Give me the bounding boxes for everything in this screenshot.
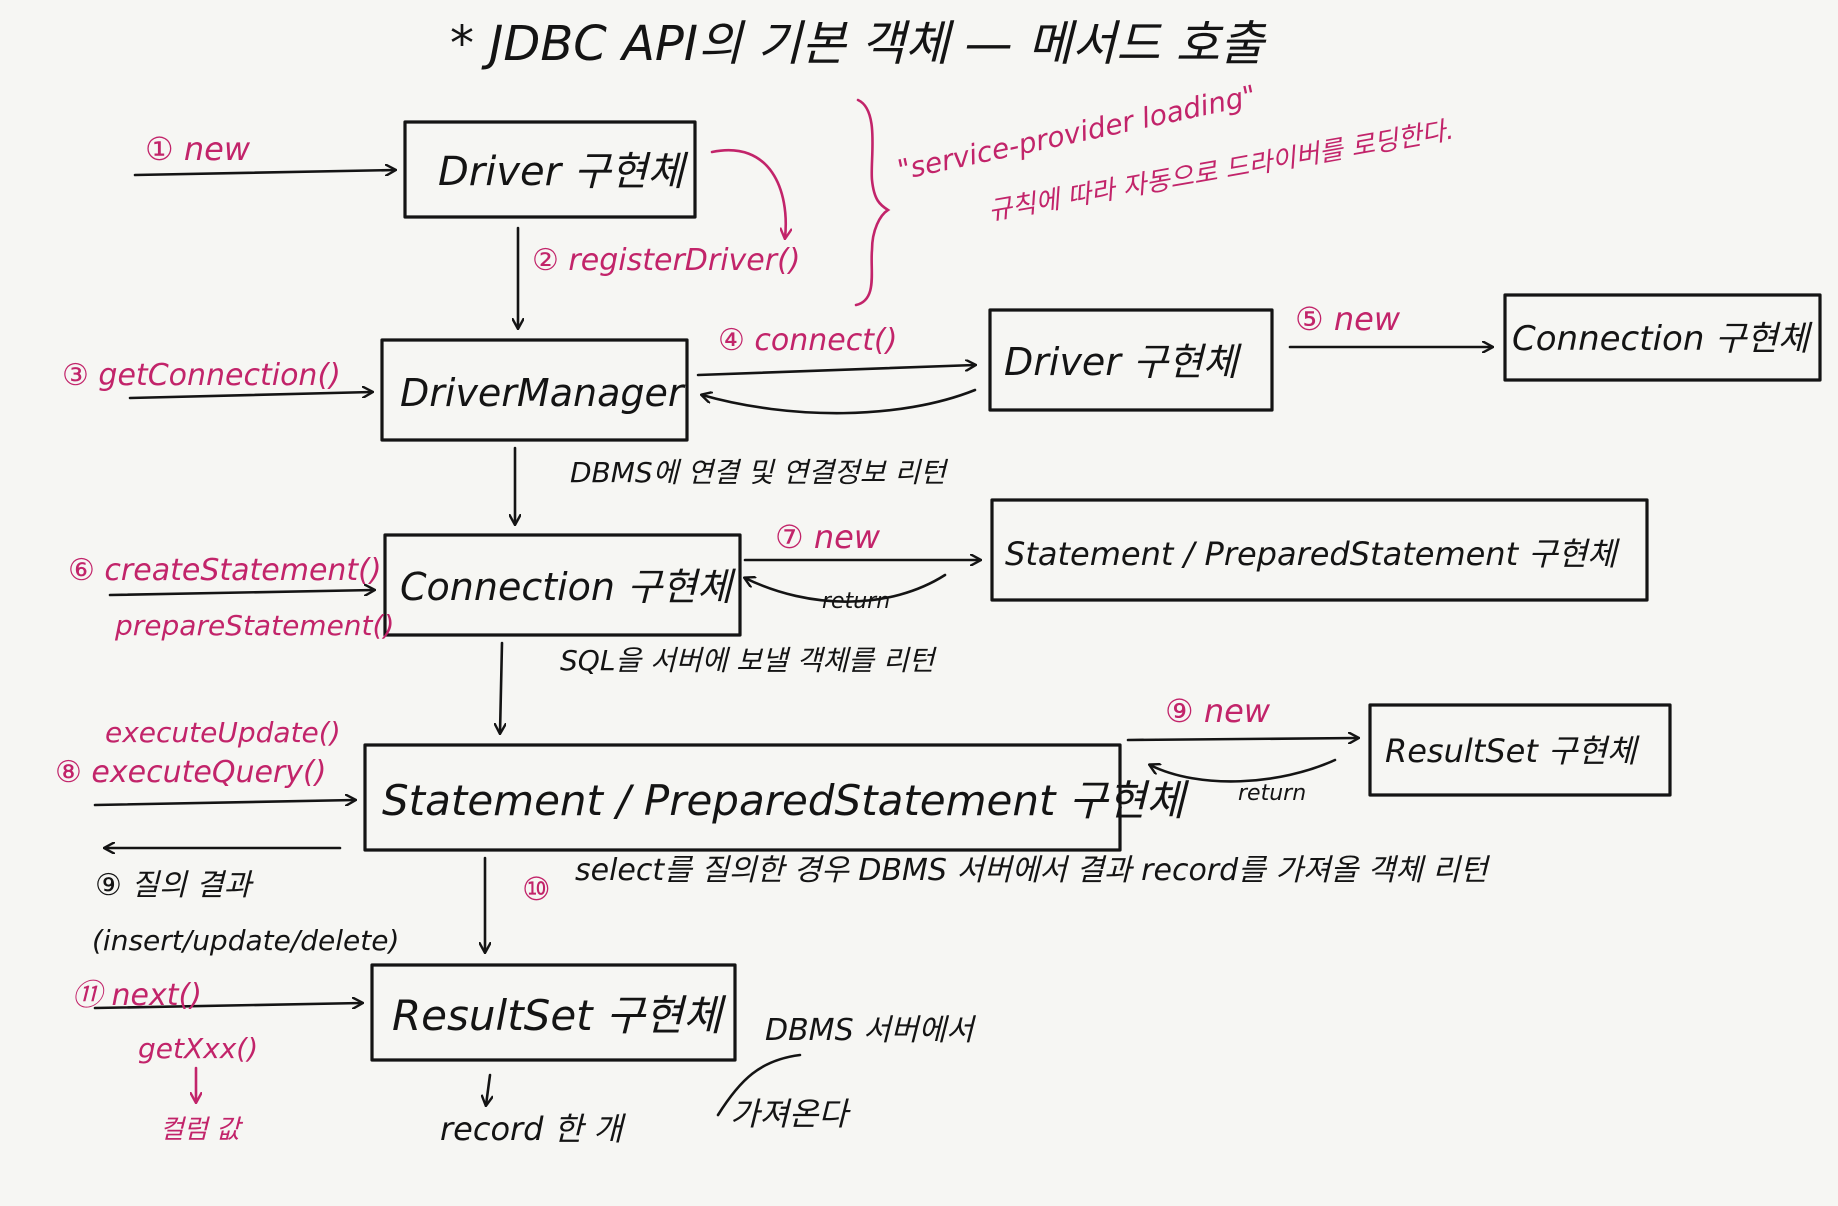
dbms-connect-note: DBMS에 연결 및 연결정보 리턴 xyxy=(570,456,949,489)
return-label-2: return xyxy=(1238,781,1306,806)
arrow-register-curve xyxy=(710,149,786,238)
step-11-label-a: ⑪ next() xyxy=(72,978,202,1013)
brace xyxy=(854,98,891,307)
arrow-connect xyxy=(696,365,975,377)
from-dbms-label: DBMS 서버에서 xyxy=(765,1013,977,1048)
step-9-label: ⑨ new xyxy=(1165,692,1271,730)
step-8-label-a: executeUpdate() xyxy=(105,716,341,749)
step-6-label-b: prepareStatement() xyxy=(114,609,394,642)
select-note: select를 질의한 경우 DBMS 서버에서 결과 record를 가져올 … xyxy=(575,853,1491,888)
sql-send-note: SQL을 서버에 보낼 객체를 리턴 xyxy=(560,644,938,677)
driver-manager-label: DriverManager xyxy=(400,371,686,415)
connection-impl-label: Connection 구현체 xyxy=(400,565,736,609)
arrow-resultset-to-record xyxy=(486,1073,490,1105)
arrow-step-9 xyxy=(1126,738,1358,740)
step-6-label-a: ⑥ createStatement() xyxy=(68,553,382,588)
resultset-impl-label-right: ResultSet 구현체 xyxy=(1385,732,1640,770)
record-one: record 한 개 xyxy=(440,1110,626,1148)
connection-impl-label-right: Connection 구현체 xyxy=(1512,319,1813,359)
step-7-label: ⑦ new xyxy=(775,518,881,556)
step-5-label: ⑤ new xyxy=(1295,300,1401,338)
driver-impl-label-2: Driver 구현체 xyxy=(1004,340,1242,384)
query-result-label-1: ⑨ 질의 결과 xyxy=(95,868,254,903)
arrow-step-8 xyxy=(93,800,355,807)
step-2-label: ② registerDriver() xyxy=(532,243,801,278)
step-10-label: ⑩ xyxy=(522,870,551,908)
arrow-connection-to-statement xyxy=(500,641,502,733)
step-3-label: ③ getConnection() xyxy=(62,358,341,393)
return-label-1: return xyxy=(822,589,890,614)
step-8-label-b: ⑧ executeQuery() xyxy=(55,755,326,790)
driver-impl-label-1: Driver 구현체 xyxy=(438,149,688,195)
statement-impl-label-right: Statement / PreparedStatement 구현체 xyxy=(1005,535,1620,573)
step-11-label-c: 컬럼 값 xyxy=(160,1115,244,1145)
step-1-label: ① new xyxy=(145,130,251,168)
page-title: * JDBC API의 기본 객체 — 메서드 호출 xyxy=(450,16,1267,72)
arrow-step-1 xyxy=(133,170,395,177)
query-result-label-2: (insert/update/delete) xyxy=(92,924,399,957)
statement-impl-label: Statement / PreparedStatement 구현체 xyxy=(382,776,1189,825)
step-4-label: ④ connect() xyxy=(718,323,897,358)
step-11-label-b: getXxx() xyxy=(138,1032,258,1065)
resultset-impl-label: ResultSet 구현체 xyxy=(392,991,726,1040)
arrow-connect-return xyxy=(702,388,977,415)
jdbc-diagram: * JDBC API의 기본 객체 — 메서드 호출 Driver 구현체 Dr… xyxy=(55,16,1822,1148)
fetch-label: 가져온다 xyxy=(730,1095,851,1133)
arrow-step-6 xyxy=(108,590,374,597)
